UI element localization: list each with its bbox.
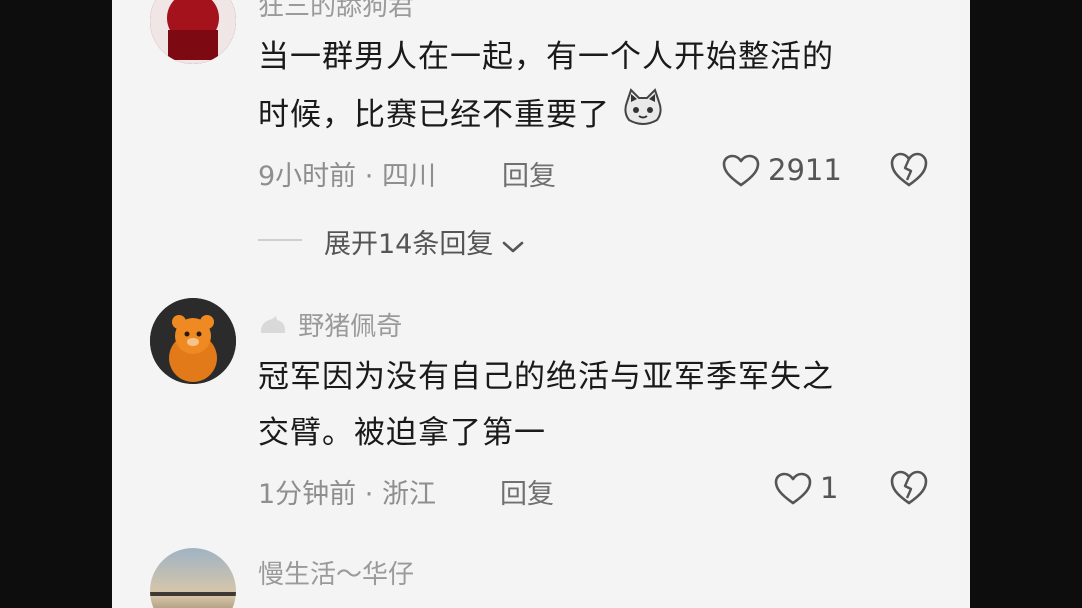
expand-replies-label: 展开14条回复 [324, 229, 494, 260]
expand-replies-button[interactable]: 展开14条回复 [324, 222, 524, 261]
location: 四川 [381, 161, 436, 192]
avatar[interactable] [150, 298, 236, 384]
comment-text-line-1: 冠军因为没有自己的绝活与亚军季军失之 [258, 359, 834, 395]
username[interactable]: 狂三的舔狗君 [258, 0, 414, 23]
broken-heart-icon[interactable] [890, 152, 928, 188]
timestamp: 1分钟前 [258, 479, 357, 510]
location: 浙江 [381, 479, 436, 510]
comment-text-line-2: 交臂。被迫拿了第一 [258, 415, 546, 451]
cat-face-emoji-icon [621, 88, 665, 145]
reply-button[interactable]: 回复 [500, 472, 554, 511]
username[interactable]: 野猪佩奇 [258, 306, 402, 343]
username[interactable]: 慢生活～华仔 [258, 554, 414, 591]
chevron-down-icon [502, 230, 524, 261]
meta-separator: · [364, 161, 382, 192]
comment-text-line-1: 当一群男人在一起，有一个人开始整活的 [258, 39, 834, 75]
comment-meta: 1分钟前 · 浙江 [258, 472, 436, 511]
comment-text-line-2: 时候，比赛已经不重要了 [258, 88, 665, 145]
avatar[interactable] [150, 548, 236, 608]
expand-divider [258, 239, 302, 241]
heart-icon[interactable] [774, 472, 812, 506]
meta-separator: · [364, 479, 382, 510]
timestamp: 9小时前 [258, 161, 357, 192]
comment-panel: 狂三的舔狗君 当一群男人在一起，有一个人开始整活的 时候，比赛已经不重要了 9小… [112, 0, 970, 608]
username-label: 野猪佩奇 [298, 312, 403, 342]
like-count: 2911 [768, 153, 842, 187]
reply-button[interactable]: 回复 [502, 154, 556, 193]
broken-heart-icon[interactable] [890, 470, 928, 506]
fan-badge-icon [258, 313, 288, 343]
heart-icon[interactable] [722, 154, 760, 188]
like-count: 1 [820, 471, 839, 505]
comment-meta: 9小时前 · 四川 [258, 154, 436, 193]
avatar[interactable] [150, 0, 236, 64]
